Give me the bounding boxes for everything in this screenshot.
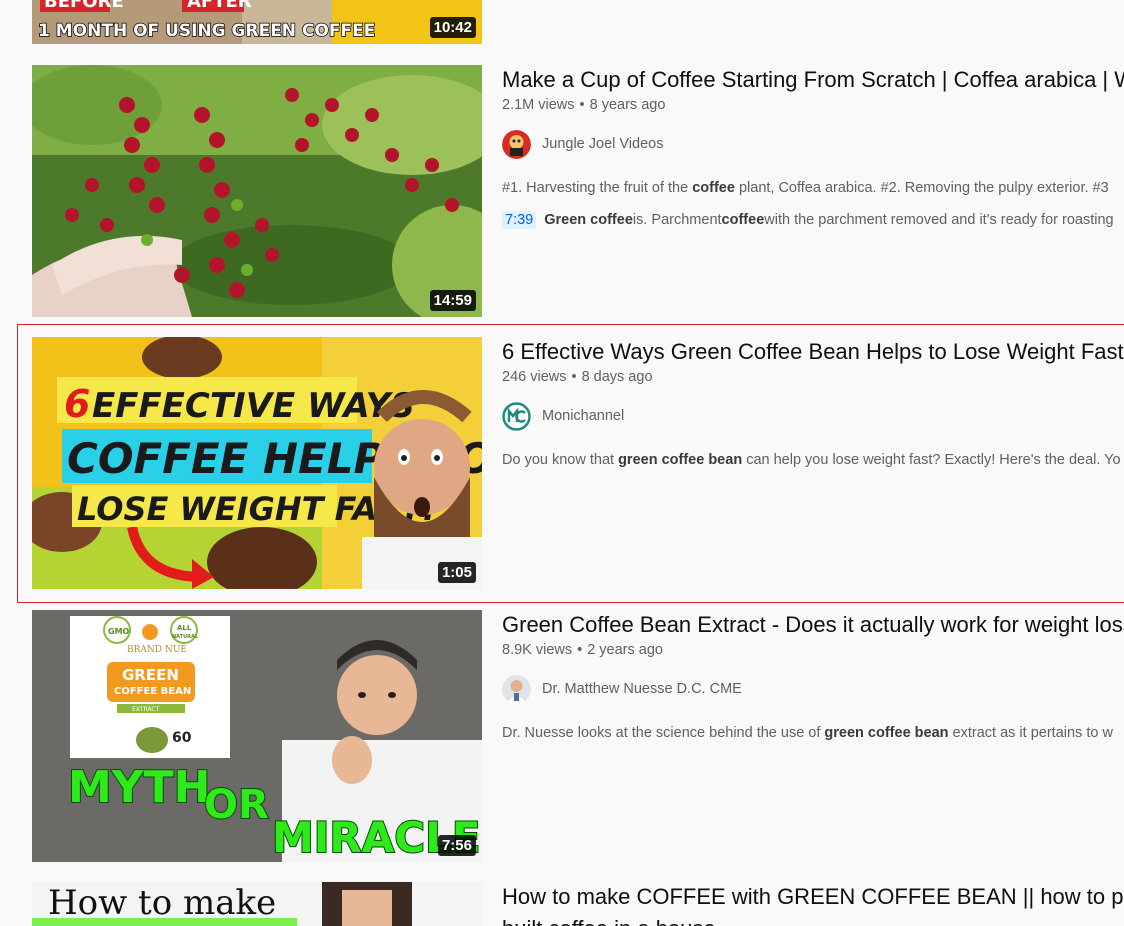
view-count: 8.9K views — [502, 642, 573, 658]
thumbnail-coffee-cherries[interactable]: 14:59 — [32, 65, 482, 317]
video-duration: 1:05 — [437, 562, 476, 583]
channel-row[interactable]: Monichannel — [502, 401, 1124, 431]
thumbnail-myth-or-miracle[interactable]: GMO ALL NATURAL BRAND NUE GREEN COFFEE B… — [32, 610, 482, 862]
channel-avatar[interactable] — [502, 129, 531, 159]
view-count: 246 views — [502, 369, 567, 385]
thumb-caption-before: BEFORE — [44, 0, 124, 12]
thumbnail-image: How to make — [32, 882, 482, 926]
video-description: #1. Harvesting the fruit of the coffee p… — [502, 179, 1124, 197]
channel-name[interactable]: Dr. Matthew Nuesse D.C. CME — [542, 681, 742, 697]
channel-name[interactable]: Monichannel — [542, 408, 624, 424]
video-result-coffee-scratch[interactable]: 14:59 Make a Cup of Coffee Starting From… — [32, 65, 1124, 317]
desc-text: plant, Coffea arabica. #2. Removing the … — [734, 180, 1109, 196]
upload-age: 8 days ago — [581, 369, 653, 385]
channel-row[interactable]: Jungle Joel Videos — [502, 129, 1124, 159]
thumb-green-label: GREEN — [122, 666, 179, 684]
video-title[interactable]: 6 Effective Ways Green Coffee Bean Helps… — [502, 337, 1124, 367]
video-result-green-coffee-extract[interactable]: GMO ALL NATURAL BRAND NUE GREEN COFFEE B… — [32, 610, 1124, 862]
thumb-how-to-make-label: How to make — [48, 883, 276, 923]
thumb-coffee-bean-label: COFFEE BEAN — [114, 686, 191, 697]
desc-text: extract as it pertains to w — [948, 725, 1113, 741]
thumb-60-label: 60 — [172, 730, 192, 746]
thumb-gmo-label: GMO — [108, 627, 130, 636]
meta-separator-icon: • — [571, 369, 577, 385]
video-title-line2[interactable]: built coffee in a house — [502, 914, 1124, 926]
upload-age: 2 years ago — [587, 642, 663, 658]
chapter-timestamp[interactable]: 7:39 — [502, 211, 537, 229]
thumb-caption-main: 1 MONTH OF USING GREEN COFFEE — [38, 21, 375, 41]
channel-avatar[interactable] — [502, 674, 531, 704]
video-duration: 7:56 — [437, 835, 476, 856]
desc-keyword: coffee — [692, 180, 735, 196]
meta-separator-icon: • — [579, 97, 585, 113]
thumbnail-image: GMO ALL NATURAL BRAND NUE GREEN COFFEE B… — [32, 610, 482, 862]
channel-avatar[interactable] — [502, 401, 531, 431]
video-title[interactable]: Make a Cup of Coffee Starting From Scrat… — [502, 65, 1124, 95]
thumbnail-image — [32, 65, 482, 317]
channel-name[interactable]: Jungle Joel Videos — [542, 136, 663, 152]
meta-separator-icon: • — [577, 642, 583, 658]
desc-text: Dr. Nuesse looks at the science behind t… — [502, 725, 825, 741]
desc-keyword: green coffee bean — [618, 452, 743, 468]
video-description: Dr. Nuesse looks at the science behind t… — [502, 724, 1124, 742]
desc-keyword: green coffee bean — [824, 725, 949, 741]
thumbnail-how-to-make[interactable]: How to make — [32, 882, 482, 926]
desc-text: can help you lose weight fast? Exactly! … — [742, 452, 1121, 468]
video-description: Do you know that green coffee bean can h… — [502, 451, 1124, 469]
video-title[interactable]: How to make COFFEE with GREEN COFFEE BEA… — [502, 882, 1124, 912]
upload-age: 8 years ago — [589, 97, 666, 113]
thumb-myth-label: MYTH — [68, 762, 210, 813]
channel-row[interactable]: Dr. Matthew Nuesse D.C. CME — [502, 674, 1124, 704]
chapter-keyword: Green coffee — [544, 212, 633, 228]
thumb-line1: EFFECTIVE WAYS — [92, 386, 415, 426]
thumb-natural-label: NATURAL — [172, 634, 199, 640]
video-meta: 8.9K views • 2 years ago — [502, 642, 1124, 658]
thumbnail-image: BEFORE AFTER 1 MONTH OF USING GREEN COFF… — [32, 0, 482, 44]
thumb-extract-label: EXTRACT — [132, 706, 160, 713]
chapter-text: with the parchment removed and it's read… — [764, 212, 1114, 228]
thumb-all-label: ALL — [177, 624, 192, 632]
thumb-brand-label: BRAND NUE — [127, 645, 187, 655]
desc-text: Do you know that — [502, 452, 619, 468]
thumb-number: 6 — [64, 382, 90, 426]
desc-text: #1. Harvesting the fruit of the — [502, 180, 693, 196]
video-result-how-to-make-coffee[interactable]: How to make How to make COFFEE with GREE… — [32, 882, 1124, 926]
thumbnail-6-effective-ways[interactable]: 6 EFFECTIVE WAYS COFFEE HELPS TO LOSE WE… — [32, 337, 482, 589]
chapter-text: is. Parchment — [632, 212, 722, 228]
video-duration: 14:59 — [429, 290, 476, 311]
video-result-6-effective-ways[interactable]: 6 EFFECTIVE WAYS COFFEE HELPS TO LOSE WE… — [32, 337, 1124, 589]
chapter-keyword: coffee — [721, 212, 765, 228]
thumbnail-image: 6 EFFECTIVE WAYS COFFEE HELPS TO LOSE WE… — [32, 337, 482, 589]
view-count: 2.1M views — [502, 97, 575, 113]
video-meta: 2.1M views • 8 years ago — [502, 97, 1124, 113]
thumbnail-green-coffee-before-after[interactable]: BEFORE AFTER 1 MONTH OF USING GREEN COFF… — [32, 0, 482, 44]
chapter-snippet[interactable]: 7:39 Green coffee is. Parchment coffee w… — [502, 211, 1124, 229]
video-meta: 246 views • 8 days ago — [502, 369, 1124, 385]
video-duration: 10:42 — [429, 17, 476, 38]
thumb-or-label: OR — [204, 782, 269, 828]
thumb-caption-after: AFTER — [187, 0, 252, 12]
video-title[interactable]: Green Coffee Bean Extract - Does it actu… — [502, 610, 1124, 640]
